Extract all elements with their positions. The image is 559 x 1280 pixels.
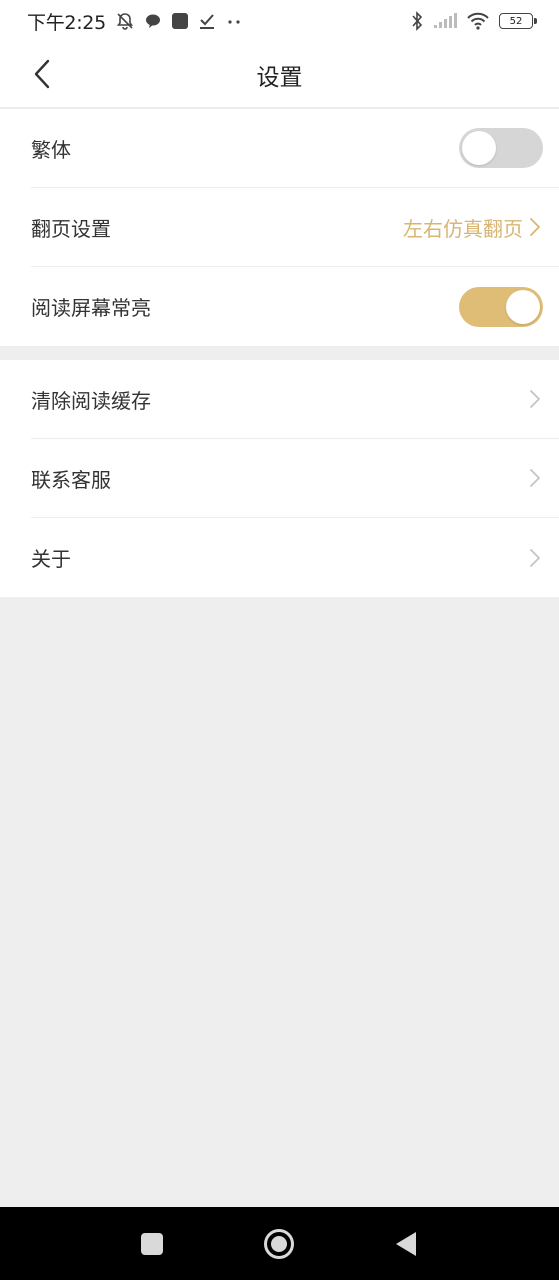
settings-group-other: 清除阅读缓存 联系客服 关于 bbox=[0, 360, 559, 597]
row-keep-screen-on: 阅读屏幕常亮 bbox=[31, 267, 559, 346]
recent-apps-icon bbox=[140, 1232, 164, 1256]
status-bar: 下午2:25 52 bbox=[0, 0, 559, 42]
bell-muted-icon bbox=[115, 11, 135, 31]
row-about[interactable]: 关于 bbox=[31, 518, 559, 597]
traditional-chinese-toggle[interactable] bbox=[459, 128, 543, 168]
row-label: 关于 bbox=[31, 547, 71, 571]
toggle-knob bbox=[462, 131, 496, 165]
signal-icon bbox=[433, 13, 457, 29]
bluetooth-icon bbox=[410, 11, 424, 31]
more-dots-icon bbox=[225, 12, 243, 30]
row-right: 左右仿真翻页 bbox=[403, 213, 543, 242]
back-button[interactable] bbox=[24, 56, 60, 92]
row-label: 清除阅读缓存 bbox=[31, 388, 151, 413]
chevron-right-icon bbox=[527, 388, 543, 410]
status-right: 52 bbox=[410, 11, 537, 31]
row-contact-support[interactable]: 联系客服 bbox=[31, 439, 559, 518]
chevron-right-icon bbox=[527, 216, 543, 238]
row-clear-cache[interactable]: 清除阅读缓存 bbox=[31, 360, 559, 439]
battery-level: 52 bbox=[509, 15, 523, 27]
page-title: 设置 bbox=[256, 64, 303, 91]
row-traditional-chinese: 繁体 bbox=[31, 109, 559, 188]
chevron-right-icon bbox=[527, 467, 543, 489]
home-icon bbox=[263, 1228, 295, 1260]
status-time: 下午2:25 bbox=[27, 11, 106, 34]
chat-bubble-icon bbox=[144, 12, 162, 30]
chevron-left-icon bbox=[32, 59, 52, 89]
row-label: 翻页设置 bbox=[31, 216, 111, 241]
page-turn-value: 左右仿真翻页 bbox=[403, 216, 523, 241]
check-icon bbox=[198, 12, 216, 30]
chevron-right-icon bbox=[527, 547, 543, 569]
recent-apps-button[interactable] bbox=[139, 1231, 165, 1257]
row-label: 联系客服 bbox=[31, 467, 111, 492]
header: 设置 bbox=[0, 42, 559, 108]
row-page-turn[interactable]: 翻页设置 左右仿真翻页 bbox=[31, 188, 559, 267]
toggle-knob bbox=[506, 289, 540, 324]
back-nav-button[interactable] bbox=[393, 1230, 419, 1258]
home-button[interactable] bbox=[263, 1228, 295, 1260]
keep-screen-on-toggle[interactable] bbox=[459, 286, 543, 327]
back-triangle-icon bbox=[394, 1231, 418, 1257]
settings-group-display: 繁体 翻页设置 左右仿真翻页 阅读屏幕常亮 bbox=[0, 109, 559, 346]
row-label: 阅读屏幕常亮 bbox=[31, 296, 151, 320]
app-square-icon bbox=[171, 12, 189, 30]
settings-screen: 下午2:25 52 设置 繁体 翻页设置 左右仿真翻页 阅读屏幕常亮 清除阅读缓… bbox=[0, 0, 559, 1280]
wifi-icon bbox=[466, 12, 490, 30]
system-nav-bar bbox=[0, 1207, 559, 1280]
row-label: 繁体 bbox=[31, 137, 71, 162]
battery-icon: 52 bbox=[499, 13, 537, 29]
status-left: 下午2:25 bbox=[27, 8, 243, 35]
